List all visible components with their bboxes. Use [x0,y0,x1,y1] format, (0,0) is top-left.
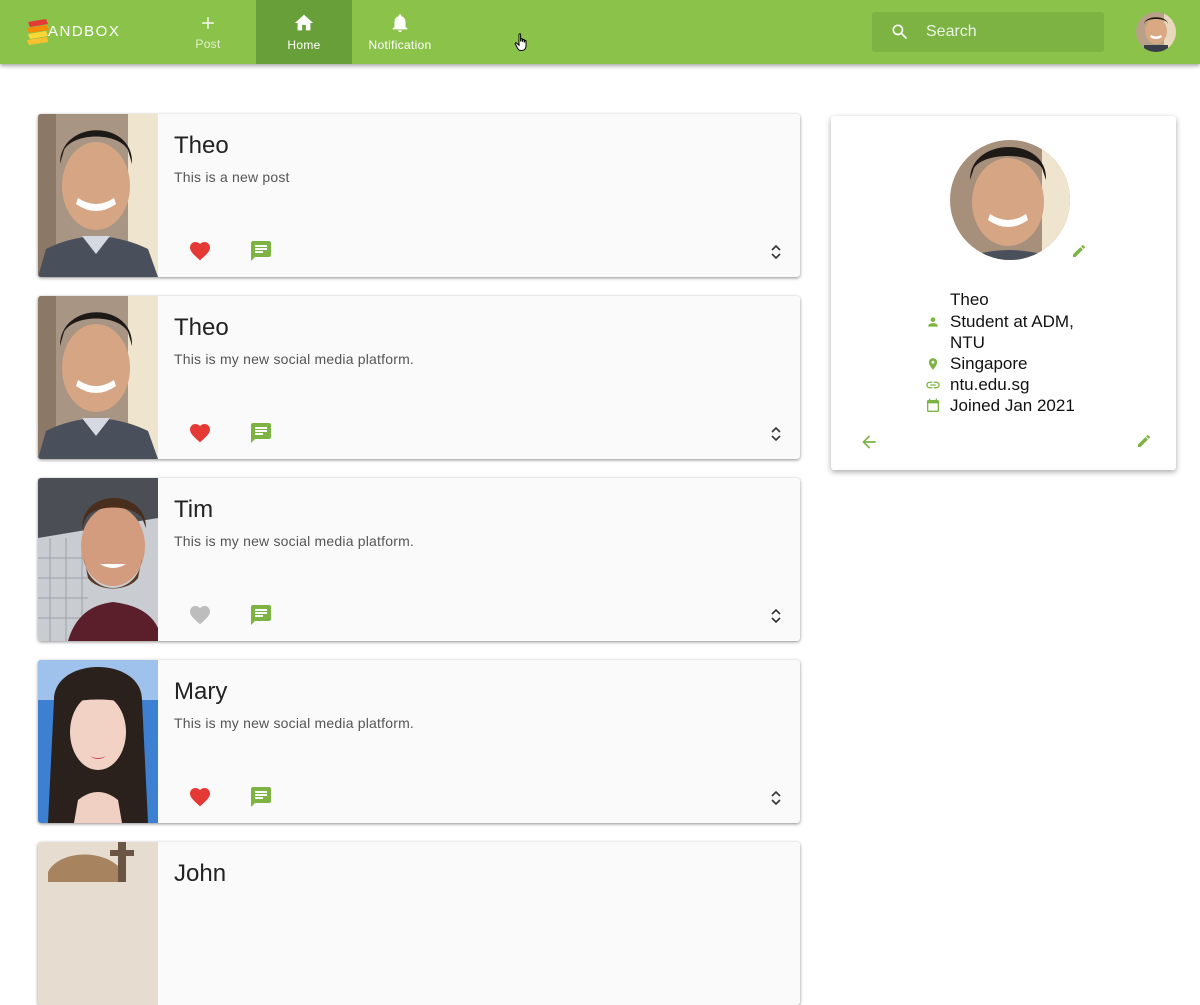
like-button[interactable] [188,239,212,268]
profile-joined-row: Joined Jan 2021 [925,395,1125,416]
like-button[interactable] [188,785,212,814]
edit-avatar-button[interactable] [1071,243,1087,264]
arrow-back-icon [862,435,876,449]
profile-location-row: Singapore [925,353,1125,374]
comment-icon [251,787,271,807]
post-card[interactable]: Theo This is a new post [38,114,800,277]
profile-bio-row: Student at ADM, NTU [925,311,1125,353]
post-author-photo[interactable] [38,478,158,641]
bell-icon [392,14,408,33]
nav-post-button[interactable]: Post [160,0,256,64]
post-body: This is my new social media platform. [174,533,415,549]
post-card[interactable]: Mary This is my new social media platfor… [38,660,800,823]
profile-website-link[interactable]: ntu.edu.sg [950,374,1100,395]
comment-icon [251,605,271,625]
post-author-name[interactable]: Theo [174,314,229,342]
plus-icon [202,17,214,29]
expand-button[interactable] [768,606,784,631]
expand-button[interactable] [768,424,784,449]
search-box[interactable] [872,12,1104,52]
expand-button[interactable] [768,788,784,813]
search-icon [892,24,908,40]
post-body: This is my new social media platform. [174,351,415,367]
post-author-photo[interactable] [38,660,158,823]
person-icon [925,311,941,332]
post-author-name[interactable]: Mary [174,678,227,706]
post-card[interactable]: Theo This is my new social media platfor… [38,296,800,459]
profile-website-row: ntu.edu.sg [925,374,1125,395]
post-card[interactable]: John [38,842,800,1005]
back-button[interactable] [859,432,879,457]
unfold-icon [771,426,781,442]
profile-avatar[interactable] [950,140,1070,260]
location-pin-icon [925,353,941,374]
unfold-icon [771,244,781,260]
comment-icon [251,423,271,443]
comment-button[interactable] [249,421,273,450]
sandbox-logo-icon [26,18,50,45]
post-author-photo[interactable] [38,114,158,277]
nav-home-button[interactable]: Home [256,0,352,64]
heart-icon [190,606,210,625]
nav-post-label: Post [195,37,221,51]
calendar-icon [925,395,941,416]
hand-cursor-icon [514,33,530,58]
link-icon [925,374,941,395]
profile-bio: Student at ADM, NTU [950,312,1074,352]
post-author-name[interactable]: Tim [174,496,213,524]
edit-profile-button[interactable] [1136,433,1152,454]
top-app-bar: ANDBOX Post Home Notification [0,0,1200,64]
post-author-name[interactable]: John [174,860,226,888]
comment-button[interactable] [249,239,273,268]
post-card[interactable]: Tim This is my new social media platform… [38,478,800,641]
heart-icon [190,788,210,807]
profile-joined: Joined Jan 2021 [950,396,1075,415]
brand-name: ANDBOX [48,22,121,40]
like-button[interactable] [188,421,212,450]
post-author-photo[interactable] [38,296,158,459]
post-author-name[interactable]: Theo [174,132,229,160]
expand-button[interactable] [768,242,784,267]
nav-home-label: Home [287,38,321,52]
like-button[interactable] [188,603,212,632]
unfold-icon [771,790,781,806]
post-body: This is my new social media platform. [174,715,415,731]
comment-button[interactable] [249,785,273,814]
comment-button[interactable] [249,603,273,632]
search-input[interactable] [926,23,1086,41]
brand-logo[interactable]: ANDBOX [26,16,120,46]
profile-location: Singapore [950,354,1028,373]
post-body: This is a new post [174,169,290,185]
user-avatar-button[interactable] [1136,12,1176,52]
nav-notification-label: Notification [368,38,432,52]
post-author-photo[interactable] [38,842,158,1005]
avatar-image [1136,12,1176,52]
pencil-icon [1073,244,1086,257]
comment-icon [251,241,271,261]
home-icon [294,14,314,31]
unfold-icon [771,608,781,624]
profile-name[interactable]: Theo [950,290,989,310]
nav-notification-button[interactable]: Notification [352,0,448,64]
profile-card: Theo Student at ADM, NTU Singapore ntu.e… [831,116,1176,470]
heart-icon [190,242,210,261]
heart-icon [190,424,210,443]
pencil-icon [1138,434,1151,447]
